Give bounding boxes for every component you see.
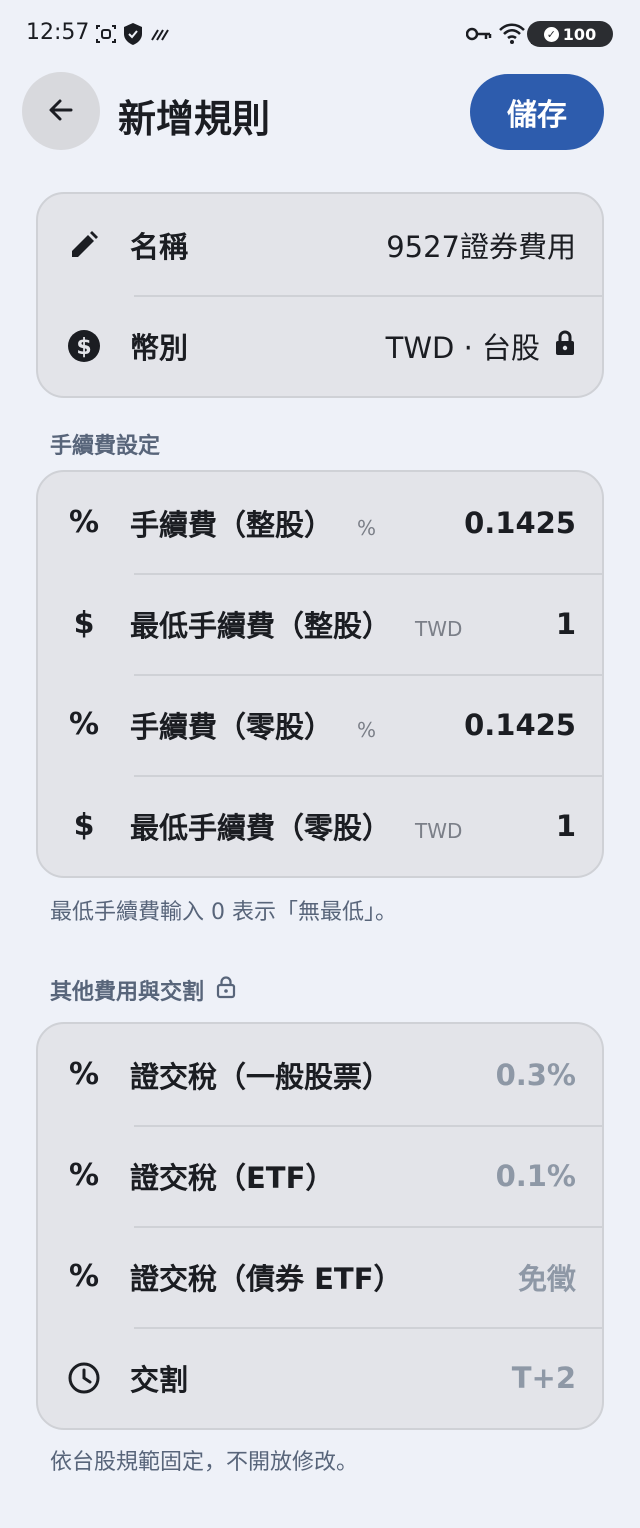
svg-text:$: $ — [76, 335, 91, 360]
settlement-value: T+2 — [511, 1360, 576, 1395]
screenshot-icon — [94, 22, 118, 50]
tax-value: 0.1% — [495, 1158, 576, 1193]
tax-label: 證交稅（ETF） — [130, 1160, 335, 1195]
other-section-title: 其他費用與交割 — [50, 974, 236, 1006]
battery-level: 100 — [562, 24, 597, 44]
percent-icon: % — [68, 505, 100, 540]
dollar-icon: $ — [73, 808, 95, 843]
status-bar: 12:57 ✓ 100 — [0, 0, 640, 68]
fees-card: % 手續費（整股）% 0.1425 $ 最低手續費（整股） TWD 1 % 手續費… — [36, 470, 604, 878]
page-title: 新增規則 — [118, 97, 271, 141]
lock-icon — [554, 329, 576, 363]
fee-label: 最低手續費（整股） TWD — [130, 608, 463, 643]
percent-icon: % — [68, 1158, 100, 1193]
save-button[interactable]: 儲存 — [470, 74, 604, 150]
fees-note: 最低手續費輸入 0 表示「無最低」。 — [50, 900, 397, 925]
tax-row: % 證交稅（ETF） 0.1% — [38, 1125, 602, 1226]
lock-outline-icon — [216, 975, 236, 1005]
fee-row[interactable]: $ 最低手續費（零股） TWD 1 — [38, 775, 602, 876]
fee-unit: % — [357, 515, 377, 540]
tax-value: 免徵 — [517, 1261, 576, 1296]
tax-value: 0.3% — [495, 1057, 576, 1092]
fee-unit: TWD — [415, 616, 463, 641]
clock-icon — [66, 1360, 102, 1396]
fee-value[interactable]: 1 — [556, 809, 576, 843]
name-row[interactable]: 名稱 9527證券費用 — [38, 194, 602, 295]
dollar-circle-icon: $ — [66, 328, 102, 364]
other-section-label: 其他費用與交割 — [50, 980, 205, 1005]
tax-row: % 證交稅（債券 ETF） 免徵 — [38, 1226, 602, 1327]
dollar-icon: $ — [73, 606, 95, 641]
currency-row: $ 幣別 TWD · 台股 — [38, 295, 602, 396]
wifi-icon — [498, 20, 526, 50]
fee-label: 手續費（零股）% — [130, 709, 377, 744]
fee-value[interactable]: 1 — [556, 607, 576, 641]
key-icon — [465, 26, 492, 46]
basic-info-card: 名稱 9527證券費用 $ 幣別 TWD · 台股 — [36, 192, 604, 398]
percent-icon: % — [68, 1057, 100, 1092]
fee-unit: % — [357, 717, 377, 742]
data-icon — [150, 26, 172, 46]
pencil-icon — [66, 227, 102, 263]
name-value[interactable]: 9527證券費用 — [386, 224, 576, 266]
fees-section-title: 手續費設定 — [50, 428, 160, 460]
fee-label: 手續費（整股）% — [130, 507, 377, 542]
fee-row[interactable]: % 手續費（零股）% 0.1425 — [38, 674, 602, 775]
fee-unit: TWD — [415, 818, 463, 843]
tax-label: 證交稅（債券 ETF） — [130, 1261, 403, 1296]
fee-label: 最低手續費（零股） TWD — [130, 810, 463, 845]
settlement-label: 交割 — [130, 1362, 189, 1397]
arrow-left-icon — [46, 95, 76, 128]
currency-value-wrap: TWD · 台股 — [386, 325, 576, 367]
percent-icon: % — [68, 1259, 100, 1294]
battery-indicator: ✓ 100 — [527, 21, 613, 47]
fees-section-label: 手續費設定 — [50, 434, 161, 459]
shield-icon — [122, 22, 144, 50]
fee-row[interactable]: % 手續費（整股）% 0.1425 — [38, 472, 602, 573]
fee-value[interactable]: 0.1425 — [464, 506, 576, 540]
other-note: 依台股規範固定，不開放修改。 — [50, 1450, 359, 1475]
settlement-row: 交割 T+2 — [38, 1327, 602, 1428]
percent-icon: % — [68, 707, 100, 742]
tax-label: 證交稅（一般股票） — [130, 1059, 392, 1094]
other-fees-card: % 證交稅（一般股票） 0.3% % 證交稅（ETF） 0.1% % 證交稅（債… — [36, 1022, 604, 1430]
back-button[interactable] — [22, 72, 100, 150]
currency-label: 幣別 — [130, 330, 189, 365]
name-label: 名稱 — [130, 229, 189, 264]
battery-shield-icon: ✓ — [543, 26, 559, 42]
fee-value[interactable]: 0.1425 — [464, 708, 576, 742]
currency-value: TWD · 台股 — [385, 330, 540, 365]
fee-row[interactable]: $ 最低手續費（整股） TWD 1 — [38, 573, 602, 674]
status-time: 12:57 — [26, 20, 90, 45]
tax-row: % 證交稅（一般股票） 0.3% — [38, 1024, 602, 1125]
